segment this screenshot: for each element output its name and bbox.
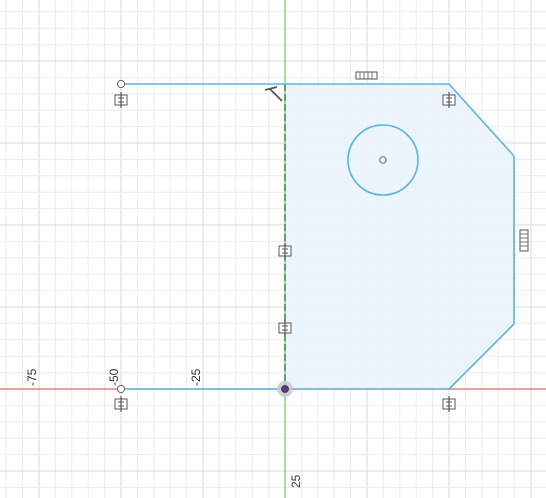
top-left-endpoint[interactable] <box>116 79 126 89</box>
x-tick-label-neg-25: -25 <box>189 368 203 386</box>
fix-constraint-icon[interactable] <box>114 92 128 108</box>
circle-center-point[interactable] <box>379 156 387 164</box>
horizontal-constraint-icon[interactable] <box>355 71 378 80</box>
sketch-svg[interactable]: -75 -50 -25 25 <box>0 0 546 498</box>
x-tick-label-neg-75: -75 <box>25 368 39 386</box>
vertical-constraint-icon[interactable] <box>519 229 529 252</box>
fix-constraint-icon[interactable] <box>114 396 128 412</box>
sketch-canvas[interactable]: -75 -50 -25 25 <box>0 0 546 498</box>
x-tick-label-neg-50: -50 <box>107 368 121 386</box>
fix-constraint-icon[interactable] <box>442 396 456 412</box>
y-tick-label-25: 25 <box>289 474 303 488</box>
origin-point[interactable] <box>281 385 289 393</box>
